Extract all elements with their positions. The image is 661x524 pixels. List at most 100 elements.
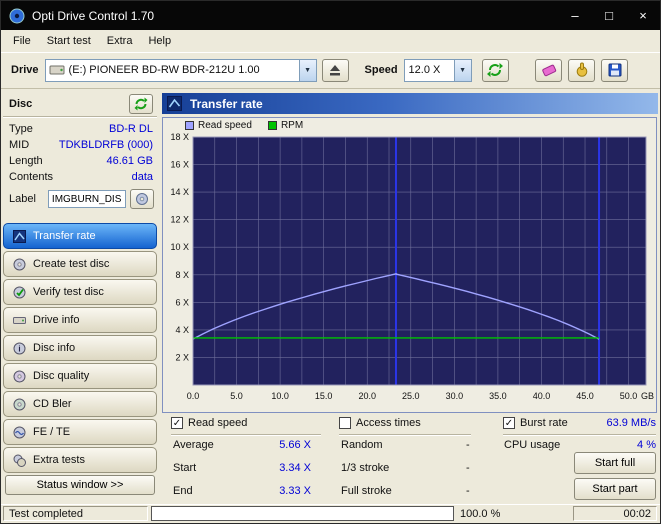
sidebar-item-label: Disc quality bbox=[33, 370, 90, 382]
main-panel-header: Transfer rate bbox=[162, 93, 658, 114]
sidebar-item-label: FE / TE bbox=[33, 426, 71, 438]
sidebar-item-label: Drive info bbox=[33, 314, 80, 326]
minimize-button[interactable]: – bbox=[558, 1, 592, 30]
menu-start-test[interactable]: Start test bbox=[39, 32, 99, 50]
svg-text:0.0: 0.0 bbox=[187, 391, 200, 401]
chevron-down-icon[interactable]: ▼ bbox=[298, 59, 316, 81]
drive-label: Drive bbox=[11, 64, 39, 76]
speed-label: Speed bbox=[364, 64, 398, 76]
svg-text:5.0: 5.0 bbox=[230, 391, 243, 401]
chevron-down-icon[interactable]: ▼ bbox=[453, 59, 471, 81]
cd-icon bbox=[13, 398, 26, 410]
chart-icon bbox=[13, 229, 26, 243]
maximize-button[interactable]: □ bbox=[592, 1, 626, 30]
svg-text:15.0: 15.0 bbox=[315, 391, 333, 401]
sidebar-item-create-test-disc[interactable]: Create test disc bbox=[3, 251, 157, 277]
toolbar: Drive (E:) PIONEER BD-RW BDR-212U 1.00 ▼… bbox=[1, 52, 660, 89]
end-value: 3.33 X bbox=[279, 485, 311, 497]
disc-info-row-contents: Contents data bbox=[1, 169, 159, 185]
disc-label-input[interactable] bbox=[47, 190, 126, 208]
eject-button[interactable] bbox=[321, 58, 349, 82]
chart-legend: Read speed RPM bbox=[163, 118, 656, 133]
disc-length-label: Length bbox=[9, 155, 43, 167]
svg-text:45.0: 45.0 bbox=[576, 391, 594, 401]
disc-icon bbox=[135, 193, 148, 205]
elapsed-time: 00:02 bbox=[573, 506, 657, 521]
svg-text:40.0: 40.0 bbox=[533, 391, 551, 401]
read-speed-checkbox[interactable] bbox=[171, 417, 183, 429]
sidebar: Disc Type BD-R DL MID TDKBLDRFB (000) Le… bbox=[1, 89, 159, 503]
refresh-speeds-button[interactable] bbox=[481, 58, 509, 82]
sidebar-item-drive-info[interactable]: Drive info bbox=[3, 307, 157, 333]
disc-contents-label: Contents bbox=[9, 171, 54, 183]
refresh-icon bbox=[134, 97, 148, 110]
legend-rpm: RPM bbox=[267, 120, 304, 131]
sidebar-item-extra-tests[interactable]: Extra tests bbox=[3, 447, 157, 473]
close-button[interactable]: × bbox=[626, 1, 660, 30]
window-title: Opti Drive Control 1.70 bbox=[32, 8, 155, 23]
menu-extra[interactable]: Extra bbox=[99, 32, 141, 50]
divider bbox=[171, 434, 321, 435]
sidebar-item-cd-bler[interactable]: CD Bler bbox=[3, 391, 157, 417]
discs-icon bbox=[13, 454, 26, 467]
sidebar-item-disc-quality[interactable]: Disc quality bbox=[3, 363, 157, 389]
save-results-button[interactable] bbox=[601, 58, 628, 82]
start-full-button[interactable]: Start full bbox=[574, 452, 656, 474]
sidebar-item-transfer-rate[interactable]: Transfer rate bbox=[3, 223, 157, 249]
hand-icon bbox=[576, 62, 587, 77]
toolbar-right-group bbox=[535, 58, 628, 82]
menubar: File Start test Extra Help bbox=[1, 30, 660, 52]
disc-check-icon bbox=[13, 286, 26, 298]
read-speed-checkbox-label: Read speed bbox=[188, 417, 248, 429]
average-label: Average bbox=[173, 439, 214, 451]
progress-bar bbox=[151, 506, 454, 521]
svg-text:i: i bbox=[18, 344, 20, 353]
disc-info-row-length: Length 46.61 GB bbox=[1, 153, 159, 169]
menu-file[interactable]: File bbox=[5, 32, 39, 50]
sidebar-item-label: Verify test disc bbox=[33, 286, 104, 298]
average-value: 5.66 X bbox=[279, 439, 311, 451]
svg-text:30.0: 30.0 bbox=[446, 391, 464, 401]
hand-tool-button[interactable] bbox=[568, 58, 595, 82]
status-window-button[interactable]: Status window >> bbox=[5, 475, 155, 495]
access-times-checkbox-label: Access times bbox=[356, 417, 421, 429]
status-message: Test completed bbox=[3, 506, 148, 521]
disc-info-icon: i bbox=[13, 342, 26, 354]
cpu-usage-label: CPU usage bbox=[504, 439, 561, 451]
menu-help[interactable]: Help bbox=[140, 32, 179, 50]
svg-text:8 X: 8 X bbox=[175, 270, 189, 280]
sidebar-nav: Transfer rate Create test disc Verify te… bbox=[1, 223, 159, 473]
legend-rpm-label: RPM bbox=[280, 120, 304, 131]
disc-label-caption: Label bbox=[9, 193, 36, 205]
third-stroke-value: - bbox=[466, 462, 470, 474]
svg-text:35.0: 35.0 bbox=[489, 391, 507, 401]
app-window: Opti Drive Control 1.70 – □ × File Start… bbox=[0, 0, 661, 524]
speed-select[interactable]: 12.0 X ▼ bbox=[403, 58, 472, 82]
refresh-disc-button[interactable] bbox=[129, 93, 153, 114]
sidebar-item-label: Transfer rate bbox=[33, 230, 96, 242]
start-part-button[interactable]: Start part bbox=[574, 478, 656, 500]
sidebar-item-label: Disc info bbox=[33, 342, 76, 354]
results-panel: Read speed Access times Burst rate 63.9 … bbox=[161, 415, 660, 504]
svg-text:6 X: 6 X bbox=[175, 297, 189, 307]
disc-mid-label: MID bbox=[9, 139, 30, 151]
access-times-checkbox[interactable] bbox=[339, 417, 351, 429]
sidebar-item-label: Create test disc bbox=[33, 258, 110, 270]
drive-select[interactable]: (E:) PIONEER BD-RW BDR-212U 1.00 ▼ bbox=[44, 58, 317, 82]
sidebar-item-fe-te[interactable]: FE / TE bbox=[3, 419, 157, 445]
svg-text:50.0: 50.0 bbox=[620, 391, 638, 401]
svg-text:14 X: 14 X bbox=[170, 187, 189, 197]
end-label: End bbox=[173, 485, 193, 497]
sidebar-item-verify-test-disc[interactable]: Verify test disc bbox=[3, 279, 157, 305]
fe-te-icon bbox=[13, 426, 26, 438]
sidebar-item-label: Extra tests bbox=[33, 454, 85, 466]
disc-info: Type BD-R DL MID TDKBLDRFB (000) Length … bbox=[1, 117, 159, 185]
disc-label-button[interactable] bbox=[129, 189, 154, 209]
window-controls: – □ × bbox=[558, 1, 660, 30]
sidebar-item-disc-info[interactable]: i Disc info bbox=[3, 335, 157, 361]
burst-rate-checkbox[interactable] bbox=[503, 417, 515, 429]
drive-select-value: (E:) PIONEER BD-RW BDR-212U 1.00 bbox=[68, 64, 260, 76]
erase-disc-button[interactable] bbox=[535, 58, 562, 82]
disc-info-row-mid: MID TDKBLDRFB (000) bbox=[1, 137, 159, 153]
cpu-usage-value: 4 % bbox=[637, 439, 656, 451]
